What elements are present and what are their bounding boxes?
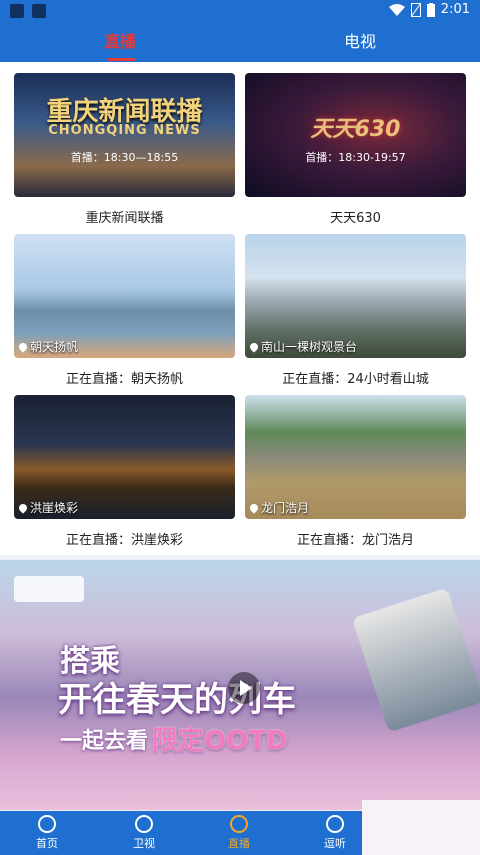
no-sim-icon xyxy=(410,2,421,17)
banner-subline-a: 一起去看 xyxy=(60,728,149,754)
nav-live[interactable]: 直播 xyxy=(194,811,284,855)
radio-icon xyxy=(326,815,344,833)
live-caption: 正在直播：朝天扬帆 xyxy=(65,372,183,387)
nav-satellite-tv[interactable]: 卫视 xyxy=(99,811,189,855)
notification-icon xyxy=(32,4,46,18)
nav-home[interactable]: 首页 xyxy=(2,811,92,855)
tab-tv[interactable]: 电视 xyxy=(240,22,480,62)
live-card-chaotian[interactable]: 朝天扬帆 正在直播：朝天扬帆 xyxy=(14,234,235,387)
channel-card-tiantian630[interactable]: 天天630 首播：18:30-19:57 天天630 xyxy=(245,73,466,226)
channel-caption: 重庆新闻联播 xyxy=(85,211,164,226)
location-tag: 龙门浩月 xyxy=(261,501,310,515)
wifi-icon xyxy=(388,3,405,16)
live-card-longmen[interactable]: 龙门浩月 正在直播：龙门浩月 xyxy=(245,395,466,548)
status-bar: 2:01 xyxy=(0,0,480,22)
channel-card-cq-news[interactable]: 重庆新闻联播 CHONGQING NEWS 首播：18:30—18:55 重庆新… xyxy=(14,73,235,226)
live-caption: 正在直播：龙门浩月 xyxy=(296,533,414,548)
live-thumbnail[interactable]: 南山一棵树观景台 xyxy=(245,234,466,358)
train xyxy=(351,587,480,733)
top-tab-bar: 直播 电视 xyxy=(0,22,480,62)
active-tab-indicator xyxy=(107,58,135,61)
tab-live[interactable]: 直播 xyxy=(0,22,240,62)
location-pin-icon xyxy=(248,340,260,353)
status-time: 2:01 xyxy=(440,2,470,17)
tv-icon xyxy=(230,815,248,833)
location-pin-icon xyxy=(248,501,260,514)
battery-icon xyxy=(426,2,435,17)
lightning-icon xyxy=(135,815,153,833)
star-icon xyxy=(38,815,56,833)
live-card-nanshan[interactable]: 南山一棵树观景台 正在直播：24小时看山城 xyxy=(245,234,466,387)
live-thumbnail[interactable]: 朝天扬帆 xyxy=(14,234,235,358)
floating-widget xyxy=(362,800,480,855)
banner-subline-b: 限定OOTD xyxy=(152,726,288,756)
live-thumbnail[interactable]: 洪崖焕彩 xyxy=(14,395,235,519)
location-pin-icon xyxy=(17,340,29,353)
broadcast-time: 首播：18:30-19:57 xyxy=(305,151,406,164)
live-thumbnail[interactable]: 龙门浩月 xyxy=(245,395,466,519)
status-notification-icons xyxy=(10,4,46,18)
banner-headline-2: 开往春天的列车 xyxy=(58,680,296,720)
live-caption: 正在直播：24小时看山城 xyxy=(282,372,429,387)
channel-thumbnail[interactable]: 重庆新闻联播 CHONGQING NEWS 首播：18:30—18:55 xyxy=(14,73,235,197)
broadcast-time: 首播：18:30—18:55 xyxy=(70,151,179,164)
location-tag: 朝天扬帆 xyxy=(30,340,79,354)
location-pin-icon xyxy=(17,501,29,514)
live-card-hongya[interactable]: 洪崖焕彩 正在直播：洪崖焕彩 xyxy=(14,395,235,548)
play-icon[interactable] xyxy=(228,672,260,704)
channel-caption: 天天630 xyxy=(330,211,381,226)
location-tag: 南山一棵树观景台 xyxy=(261,340,358,354)
channel-grid: 重庆新闻联播 CHONGQING NEWS 首播：18:30—18:55 重庆新… xyxy=(0,62,480,555)
channel-thumbnail[interactable]: 天天630 首播：18:30-19:57 xyxy=(245,73,466,197)
thumbnail-title: 天天630 xyxy=(310,117,401,142)
thumbnail-subtitle: CHONGQING NEWS xyxy=(48,123,201,138)
notification-icon xyxy=(10,4,24,18)
location-tag: 洪崖焕彩 xyxy=(30,501,79,515)
banner-logo xyxy=(14,576,84,602)
promo-banner[interactable]: 搭乘 开往春天的列车 一起去看 限定OOTD xyxy=(0,560,480,810)
live-caption: 正在直播：洪崖焕彩 xyxy=(65,533,183,548)
